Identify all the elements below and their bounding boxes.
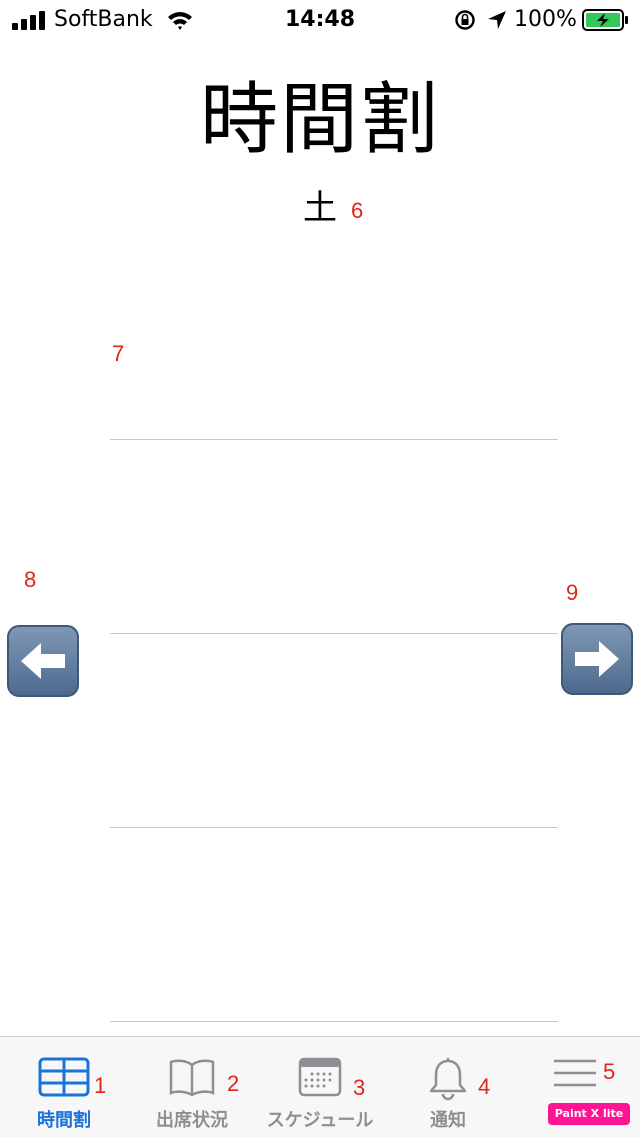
tab-label: 通知 <box>430 1110 466 1131</box>
tab-timetable[interactable]: 時間割 <box>0 1037 128 1137</box>
period-divider <box>110 439 558 440</box>
watermark-badge: Paint X lite <box>548 1103 630 1125</box>
next-day-button[interactable] <box>561 623 633 695</box>
annotation-5: 5 <box>603 1059 616 1084</box>
day-of-week-label: 土 <box>303 188 337 228</box>
previous-day-button[interactable] <box>7 625 79 697</box>
grid-icon <box>38 1057 90 1097</box>
annotation-8: 8 <box>24 567 37 592</box>
page-title: 時間割 <box>199 75 440 165</box>
annotation-7: 7 <box>112 341 125 366</box>
annotation-2: 2 <box>227 1071 240 1096</box>
annotation-4: 4 <box>478 1074 491 1099</box>
period-divider <box>110 827 558 828</box>
tab-notifications[interactable]: 通知 <box>384 1037 512 1137</box>
rotation-lock-icon <box>455 10 475 30</box>
period-divider <box>110 1021 558 1022</box>
menu-icon <box>554 1059 596 1087</box>
bell-icon <box>429 1058 467 1101</box>
annotation-1: 1 <box>94 1073 107 1098</box>
tab-label: スケジュール <box>266 1110 374 1131</box>
status-bar: SoftBank 14:48 100% <box>0 0 640 40</box>
annotation-9: 9 <box>566 580 579 605</box>
location-arrow-icon <box>488 11 506 29</box>
left-arrow-icon <box>21 643 65 679</box>
book-icon <box>169 1059 215 1097</box>
tab-label: 時間割 <box>37 1110 91 1131</box>
tab-bar: 時間割 1 出席状況 2 スケジュール 3 通知 4 5 <box>0 1036 640 1137</box>
tab-label: 出席状況 <box>156 1110 228 1131</box>
right-arrow-icon <box>575 641 619 677</box>
battery-charging-icon <box>582 9 628 31</box>
period-divider <box>110 633 558 634</box>
battery-percentage: 100% <box>514 7 577 32</box>
calendar-icon <box>298 1057 342 1097</box>
annotation-3: 3 <box>353 1075 366 1100</box>
annotation-6: 6 <box>351 198 364 223</box>
